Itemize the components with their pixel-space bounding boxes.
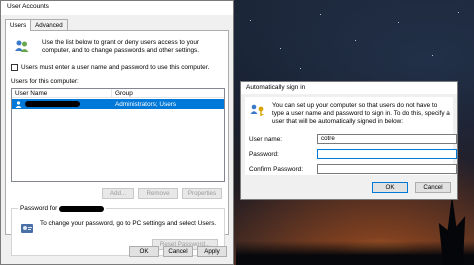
user-name-cell [12,100,112,108]
users-key-icon [250,103,266,117]
dialog-buttons: OK Cancel Apply [129,246,227,257]
intro-text: Use the list below to grant or deny user… [42,39,200,54]
username-row: User name: cotre [249,134,457,144]
group-cell: Administrators; Users [115,100,177,108]
redacted-user-name [25,101,80,107]
intro-section: Use the list below to grant or deny user… [14,39,224,55]
user-accounts-window: User Accounts Users Advanced Use the lis… [0,0,234,265]
list-buttons: Add... Remove Properties [102,188,222,199]
dialog-title: Automatically sign in [241,82,457,94]
confirm-password-row: Confirm Password: [249,164,457,174]
users-tab-panel: Use the list below to grant or deny user… [5,30,229,256]
ok-button[interactable]: OK [129,246,159,257]
must-enter-password-row: Users must enter a user name and passwor… [11,64,209,71]
tab-users[interactable]: Users [5,19,32,31]
confirm-password-field[interactable] [317,164,457,174]
remove-user-button[interactable]: Remove [138,188,178,199]
password-group-legend: Password for [18,205,107,212]
dialog-body: You can set up your computer so that use… [245,97,457,175]
must-enter-password-label[interactable]: Users must enter a user name and passwor… [21,64,209,71]
must-enter-password-checkbox[interactable] [11,64,18,71]
tab-advanced[interactable]: Advanced [30,19,68,30]
column-group[interactable]: Group [112,89,133,97]
users-list[interactable]: User Name Group Administrators; Users [11,88,225,182]
redacted-user-name [59,205,105,212]
change-password-text: To change your password, go to PC settin… [40,220,217,227]
column-user-name[interactable]: User Name [12,89,112,97]
cancel-button[interactable]: Cancel [163,246,193,257]
add-user-button[interactable]: Add... [102,188,134,199]
apply-button[interactable]: Apply [197,246,227,257]
username-label: User name: [249,135,283,143]
password-user-icon [20,221,34,235]
window-title: User Accounts [1,1,233,15]
password-field[interactable] [317,149,457,159]
cancel-button[interactable]: Cancel [415,182,451,193]
confirm-password-label: Confirm Password: [249,165,303,173]
password-label: Password: [249,150,279,158]
ok-button[interactable]: OK [372,182,408,193]
users-icon [14,39,30,53]
properties-button[interactable]: Properties [182,188,222,199]
password-row: Password: [249,149,457,159]
list-header: User Name Group [12,89,224,98]
password-for-label: Password for [20,205,58,212]
dialog-buttons: OK Cancel [372,182,451,193]
user-icon [15,100,22,108]
table-row[interactable]: Administrators; Users [12,99,224,109]
auto-sign-in-text: You can set up your computer so that use… [272,102,450,125]
username-field[interactable]: cotre [317,134,457,144]
users-list-label: Users for this computer: [11,78,79,85]
auto-sign-in-dialog: Automatically sign in You can set up you… [240,81,458,200]
